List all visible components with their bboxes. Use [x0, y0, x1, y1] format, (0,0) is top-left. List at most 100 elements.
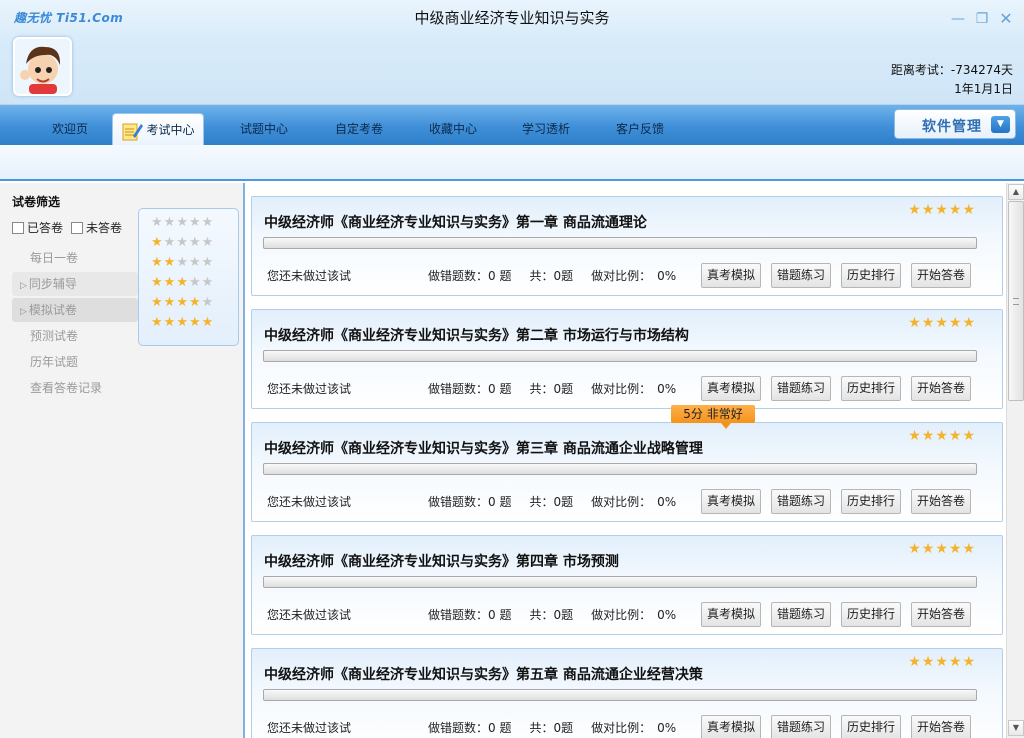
sidebar-item-sync[interactable]: ▷ 同步辅导 — [12, 272, 138, 296]
card-button-2[interactable]: 历史排行 — [841, 602, 901, 627]
star-filter-1[interactable]: ★★★★★ — [151, 235, 238, 255]
sidebar-item-records[interactable]: 查看答卷记录 — [12, 376, 138, 400]
progress-bar — [263, 689, 977, 701]
exam-title[interactable]: 中级经济师《商业经济专业知识与实务》第五章 商品流通企业经营决策 — [264, 664, 703, 684]
scroll-up-icon[interactable]: ▲ — [1008, 184, 1024, 200]
sidebar-item-daily[interactable]: 每日一卷 — [12, 246, 138, 270]
star-icon[interactable]: ★ — [962, 428, 976, 444]
card-button-2[interactable]: 历史排行 — [841, 489, 901, 514]
tab-label: 自定考卷 — [334, 122, 383, 136]
minimize-icon[interactable]: — — [950, 11, 966, 27]
card-button-0[interactable]: 真考模拟 — [701, 602, 761, 627]
card-button-3[interactable]: 开始答卷 — [911, 376, 971, 401]
card-button-3[interactable]: 开始答卷 — [911, 489, 971, 514]
software-manage-button[interactable]: 软件管理 ▼ — [894, 109, 1016, 139]
star-icon[interactable]: ★ — [922, 315, 936, 331]
sidebar-item-past[interactable]: 历年试题 — [12, 350, 138, 374]
notepad-pencil-icon — [122, 123, 144, 140]
card-button-1[interactable]: 错题练习 — [771, 602, 831, 627]
star-icon[interactable]: ★ — [908, 541, 922, 557]
total-count: 共：0题 — [529, 269, 574, 283]
checkbox-box[interactable] — [71, 221, 84, 234]
card-button-1[interactable]: 错题练习 — [771, 715, 831, 738]
tab-welcome[interactable]: 欢迎页 — [37, 113, 103, 145]
exam-title[interactable]: 中级经济师《商业经济专业知识与实务》第三章 商品流通企业战略管理 — [264, 438, 703, 458]
rating-tooltip: 5分 非常好 — [671, 405, 755, 429]
star-icon[interactable]: ★ — [908, 428, 922, 444]
card-actions: 真考模拟 错题练习 历史排行 开始答卷 — [701, 602, 971, 627]
tab-feedback[interactable]: 客户反馈 — [606, 113, 674, 145]
exam-status: 您还未做过该试 — [267, 495, 352, 509]
star-filter-0[interactable]: ★★★★★ — [151, 215, 238, 235]
exam-title[interactable]: 中级经济师《商业经济专业知识与实务》第二章 市场运行与市场结构 — [264, 325, 689, 345]
card-button-1[interactable]: 错题练习 — [771, 263, 831, 288]
sidebar-item-mock[interactable]: ▷ 模拟试卷 — [12, 298, 138, 322]
exam-status: 您还未做过该试 — [267, 608, 352, 622]
star-filter-5[interactable]: ★★★★★ — [151, 315, 238, 335]
tab-learning-analysis[interactable]: 学习透析 — [512, 113, 580, 145]
star-icon[interactable]: ★ — [908, 202, 922, 218]
star-icon[interactable]: ★ — [922, 202, 936, 218]
card-button-1[interactable]: 错题练习 — [771, 489, 831, 514]
star-icon[interactable]: ★ — [962, 202, 976, 218]
star-icon: ★ — [201, 315, 215, 330]
star-icon[interactable]: ★ — [935, 541, 949, 557]
star-filter-3[interactable]: ★★★★★ — [151, 275, 238, 295]
tab-question-center[interactable]: 试题中心 — [230, 113, 298, 145]
star-icon[interactable]: ★ — [922, 541, 936, 557]
exam-status: 您还未做过该试 — [267, 721, 352, 735]
sidebar-item-forecast[interactable]: 预测试卷 — [12, 324, 138, 348]
star-icon[interactable]: ★ — [962, 315, 976, 331]
tab-custom-paper[interactable]: 自定考卷 — [325, 113, 393, 145]
vertical-scrollbar[interactable]: ▲ ▼ — [1006, 183, 1024, 738]
card-button-2[interactable]: 历史排行 — [841, 715, 901, 738]
restore-icon[interactable]: ❐ — [974, 11, 990, 27]
checkbox-box[interactable] — [12, 221, 24, 234]
star-icon[interactable]: ★ — [935, 315, 949, 331]
scroll-thumb[interactable] — [1008, 201, 1024, 401]
exam-title[interactable]: 中级经济师《商业经济专业知识与实务》第一章 商品流通理论 — [264, 212, 647, 232]
star-icon[interactable]: ★ — [908, 315, 922, 331]
card-button-3[interactable]: 开始答卷 — [911, 715, 971, 738]
wrong-count: 做错题数：0 题 — [428, 608, 512, 622]
star-icon[interactable]: ★ — [922, 654, 936, 670]
star-icon[interactable]: ★ — [935, 428, 949, 444]
card-button-0[interactable]: 真考模拟 — [701, 376, 761, 401]
star-icon: ★ — [163, 315, 177, 330]
tab-favorites[interactable]: 收藏中心 — [419, 113, 487, 145]
star-filter-4[interactable]: ★★★★★ — [151, 295, 238, 315]
tab-label: 收藏中心 — [428, 122, 477, 136]
tab-exam-center[interactable]: 考试中心 — [112, 113, 204, 145]
card-button-0[interactable]: 真考模拟 — [701, 489, 761, 514]
star-icon[interactable]: ★ — [949, 202, 963, 218]
star-icon[interactable]: ★ — [949, 654, 963, 670]
star-icon[interactable]: ★ — [962, 654, 976, 670]
scroll-down-icon[interactable]: ▼ — [1008, 720, 1024, 736]
star-icon[interactable]: ★ — [949, 315, 963, 331]
rating-stars: ★★★★★ — [908, 541, 976, 557]
card-button-0[interactable]: 真考模拟 — [701, 715, 761, 738]
progress-bar — [263, 350, 977, 362]
star-icon[interactable]: ★ — [935, 202, 949, 218]
star-icon[interactable]: ★ — [949, 541, 963, 557]
star-icon: ★ — [151, 235, 164, 250]
star-icon[interactable]: ★ — [962, 541, 976, 557]
card-button-3[interactable]: 开始答卷 — [911, 602, 971, 627]
answered-checkbox[interactable]: 已答卷 — [12, 219, 63, 236]
card-button-2[interactable]: 历史排行 — [841, 376, 901, 401]
exam-title[interactable]: 中级经济师《商业经济专业知识与实务》第四章 市场预测 — [264, 551, 619, 571]
star-icon[interactable]: ★ — [922, 428, 936, 444]
correct-ratio-label: 做对比例： — [591, 269, 652, 283]
card-button-0[interactable]: 真考模拟 — [701, 263, 761, 288]
star-icon: ★ — [201, 255, 215, 270]
star-filter-2[interactable]: ★★★★★ — [151, 255, 238, 275]
star-icon[interactable]: ★ — [908, 654, 922, 670]
star-icon[interactable]: ★ — [949, 428, 963, 444]
card-button-3[interactable]: 开始答卷 — [911, 263, 971, 288]
card-button-1[interactable]: 错题练习 — [771, 376, 831, 401]
unanswered-checkbox[interactable]: 未答卷 — [71, 219, 122, 236]
star-icon[interactable]: ★ — [935, 654, 949, 670]
star-icon: ★ — [163, 255, 177, 270]
close-icon[interactable]: ✕ — [998, 11, 1014, 27]
card-button-2[interactable]: 历史排行 — [841, 263, 901, 288]
